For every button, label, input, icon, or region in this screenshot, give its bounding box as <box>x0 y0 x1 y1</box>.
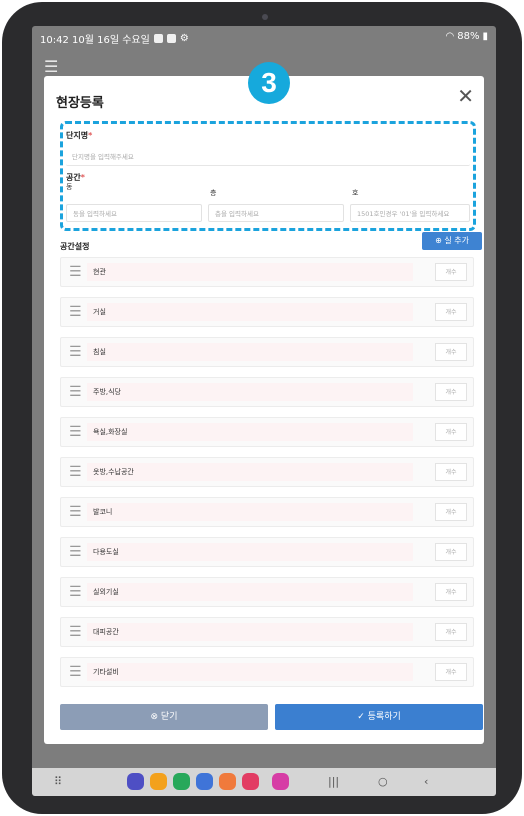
register-button[interactable]: ✓ 등록하기 <box>275 704 483 730</box>
x-circle-icon: ⊗ <box>150 712 161 722</box>
room-count-input[interactable]: 개수 <box>435 503 467 521</box>
unit-label: 호 <box>352 189 359 197</box>
list-item: ☰ 기타설비 개수 <box>60 657 474 687</box>
room-count-input[interactable]: 개수 <box>435 543 467 561</box>
wifi-icon: ◠ <box>445 31 455 42</box>
list-item: ☰ 침실 개수 <box>60 337 474 367</box>
room-count-input[interactable]: 개수 <box>435 583 467 601</box>
camera-app-icon[interactable] <box>242 773 259 790</box>
home-icon[interactable]: ○ <box>378 774 388 790</box>
dong-label: 동 <box>66 183 73 191</box>
status-time-date: 10:42 10월 16일 수요일 <box>40 35 150 46</box>
room-count-input[interactable]: 개수 <box>435 423 467 441</box>
modal-title: 현장등록 <box>56 96 104 111</box>
status-bar: 10:42 10월 16일 수요일 ⚙ ◠ 88% ▮ <box>32 26 496 48</box>
list-item: ☰ 거실 개수 <box>60 297 474 327</box>
site-registration-modal: 현장등록 ✕ 단지명* 단지명을 입력해주세요 공간* 동 층 호 동을 입력하… <box>44 76 484 744</box>
complex-name-label: 단지명* <box>66 131 93 140</box>
close-button-label: 닫기 <box>160 712 178 722</box>
room-name-input[interactable]: 다용도실 <box>87 543 413 561</box>
tablet-screen: 10:42 10월 16일 수요일 ⚙ ◠ 88% ▮ ☰ 3 현장등록 ✕ 단… <box>32 26 496 796</box>
room-name-input[interactable]: 옷방,수납공간 <box>87 463 413 481</box>
list-item: ☰ 다용도실 개수 <box>60 537 474 567</box>
status-battery: 88% <box>457 31 480 42</box>
list-item: ☰ 대피공간 개수 <box>60 617 474 647</box>
recent-apps-icon[interactable]: ||| <box>328 774 339 790</box>
room-name-input[interactable]: 욕실,화장실 <box>87 423 413 441</box>
room-name-input[interactable]: 거실 <box>87 303 413 321</box>
plus-circle-icon: ⊕ <box>435 236 445 245</box>
list-item: ☰ 발코니 개수 <box>60 497 474 527</box>
room-count-input[interactable]: 개수 <box>435 303 467 321</box>
gallery-app-icon[interactable] <box>272 773 289 790</box>
phone-app-icon[interactable] <box>173 773 190 790</box>
drag-handle-icon[interactable]: ☰ <box>69 424 82 440</box>
close-button[interactable]: ⊗ 닫기 <box>60 704 268 730</box>
floor-input[interactable]: 층을 입력하세요 <box>208 204 344 222</box>
add-room-button[interactable]: ⊕ 실 추가 <box>422 232 482 250</box>
messages-app-icon[interactable] <box>196 773 213 790</box>
room-name-input[interactable]: 기타설비 <box>87 663 413 681</box>
room-count-input[interactable]: 개수 <box>435 463 467 481</box>
drag-handle-icon[interactable]: ☰ <box>69 304 82 320</box>
room-name-input[interactable]: 침실 <box>87 343 413 361</box>
close-icon[interactable]: ✕ <box>457 86 474 106</box>
list-item: ☰ 옷방,수납공간 개수 <box>60 457 474 487</box>
space-settings-label: 공간설정 <box>60 242 90 251</box>
apps-grid-icon[interactable]: ⠿ <box>54 774 62 790</box>
drag-handle-icon[interactable]: ☰ <box>69 584 82 600</box>
system-navigation-bar: ⠿ ||| ○ ‹ <box>32 768 496 796</box>
room-name-input[interactable]: 실외기실 <box>87 583 413 601</box>
battery-icon: ▮ <box>482 31 488 42</box>
drag-handle-icon[interactable]: ☰ <box>69 384 82 400</box>
dong-input[interactable]: 동을 입력하세요 <box>66 204 202 222</box>
app-icon[interactable] <box>219 773 236 790</box>
check-circle-icon: ✓ <box>357 712 368 722</box>
room-name-input[interactable]: 대피공간 <box>87 623 413 641</box>
list-item: ☰ 현관 개수 <box>60 257 474 287</box>
add-room-label: 실 추가 <box>444 236 469 245</box>
complex-name-input[interactable]: 단지명을 입력해주세요 <box>66 148 470 166</box>
room-count-input[interactable]: 개수 <box>435 623 467 641</box>
step-badge: 3 <box>248 62 290 104</box>
room-count-input[interactable]: 개수 <box>435 663 467 681</box>
drag-handle-icon[interactable]: ☰ <box>69 344 82 360</box>
room-count-input[interactable]: 개수 <box>435 263 467 281</box>
app-icon[interactable] <box>150 773 167 790</box>
drag-handle-icon[interactable]: ☰ <box>69 504 82 520</box>
register-button-label: 등록하기 <box>367 712 401 722</box>
drag-handle-icon[interactable]: ☰ <box>69 664 82 680</box>
drag-handle-icon[interactable]: ☰ <box>69 464 82 480</box>
room-name-input[interactable]: 주방,식당 <box>87 383 413 401</box>
room-name-input[interactable]: 발코니 <box>87 503 413 521</box>
notification-icon <box>166 34 176 43</box>
drag-handle-icon[interactable]: ☰ <box>69 624 82 640</box>
tablet-bezel: 10:42 10월 16일 수요일 ⚙ ◠ 88% ▮ ☰ 3 현장등록 ✕ 단… <box>2 2 522 814</box>
back-icon[interactable]: ‹ <box>424 774 428 790</box>
app-icon[interactable] <box>127 773 144 790</box>
notification-icon <box>153 34 163 43</box>
floor-label: 층 <box>210 189 217 197</box>
room-count-input[interactable]: 개수 <box>435 383 467 401</box>
list-item: ☰ 욕실,화장실 개수 <box>60 417 474 447</box>
list-item: ☰ 실외기실 개수 <box>60 577 474 607</box>
menu-icon[interactable]: ☰ <box>44 59 60 75</box>
room-name-input[interactable]: 현관 <box>87 263 413 281</box>
list-item: ☰ 주방,식당 개수 <box>60 377 474 407</box>
drag-handle-icon[interactable]: ☰ <box>69 264 82 280</box>
room-count-input[interactable]: 개수 <box>435 343 467 361</box>
settings-icon: ⚙ <box>179 33 189 44</box>
camera-icon <box>262 14 268 20</box>
drag-handle-icon[interactable]: ☰ <box>69 544 82 560</box>
unit-input[interactable]: 1501호인경우 '01'을 입력하세요 <box>350 204 470 222</box>
